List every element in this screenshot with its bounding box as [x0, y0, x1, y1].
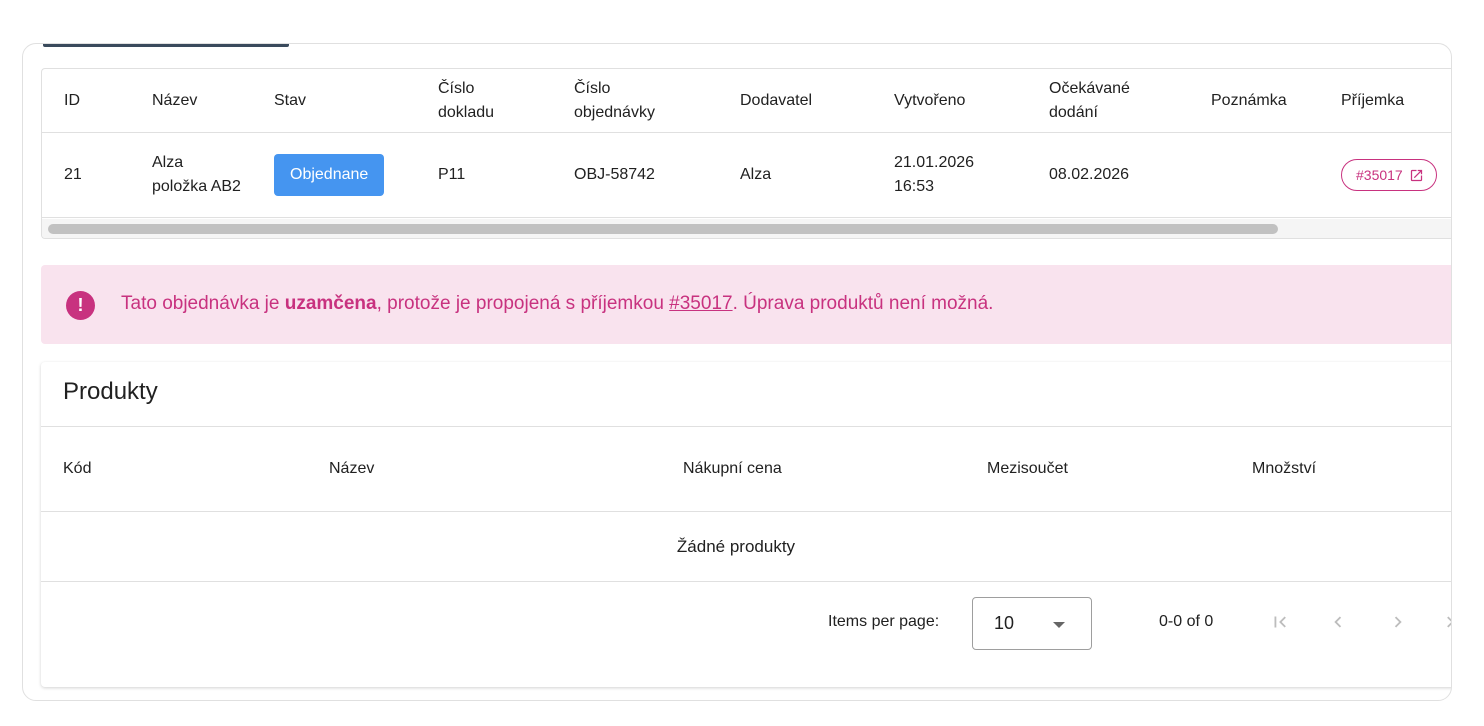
- dropdown-arrow-icon: [1053, 622, 1065, 628]
- alert-text-after: . Úprava produktů není možná.: [732, 293, 994, 314]
- order-detail-card: ID Název Stav Číslo dokladu Číslo objedn…: [22, 43, 1452, 701]
- order-table: ID Název Stav Číslo dokladu Číslo objedn…: [42, 69, 1451, 218]
- page-size-value: 10: [994, 613, 1015, 633]
- alert-text-before: Tato objednávka je: [121, 293, 285, 314]
- cell-supplier: Alza: [740, 166, 772, 183]
- header-note[interactable]: Poznámka: [1211, 69, 1321, 132]
- scrollbar-thumb[interactable]: [48, 224, 1278, 234]
- empty-products-row: Žádné produkty: [41, 512, 1451, 582]
- chevron-left-icon: [1334, 616, 1342, 628]
- cell-name: Alza položka AB2: [152, 154, 241, 195]
- open-in-new-icon: [1410, 169, 1422, 181]
- paginator: Items per page: 10 0-0 of 0: [41, 582, 1451, 667]
- cell-receipt: #35017: [1341, 133, 1451, 217]
- header-quantity[interactable]: Množství: [1252, 427, 1451, 511]
- header-doc-number[interactable]: Číslo dokladu: [438, 69, 528, 132]
- cell-status: Objednane: [274, 133, 424, 217]
- products-table-header: Kód Název Nákupní cena Mezisoučet Množst…: [41, 427, 1451, 512]
- first-page-button[interactable]: [1266, 608, 1294, 636]
- last-page-button[interactable]: [1439, 608, 1451, 636]
- header-supplier[interactable]: Dodavatel: [740, 69, 860, 132]
- cell-order-number: OBJ-58742: [574, 166, 655, 183]
- locked-order-alert: ! Tato objednávka je uzamčena, protože j…: [41, 265, 1451, 344]
- alert-receipt-link[interactable]: #35017: [669, 293, 732, 314]
- chevron-right-icon: [1394, 616, 1402, 628]
- next-page-button[interactable]: [1384, 608, 1412, 636]
- cell-created: 21.01.2026 16:53: [894, 154, 975, 195]
- status-chip: Objednane: [274, 154, 385, 196]
- alert-text-middle: , protože je propojená s příjemkou: [376, 293, 670, 314]
- header-purchase-price[interactable]: Nákupní cena: [683, 427, 883, 511]
- horizontal-scrollbar[interactable]: [42, 219, 1451, 238]
- header-status[interactable]: Stav: [274, 69, 374, 132]
- cell-note: [1211, 133, 1321, 217]
- receipt-link-chip[interactable]: #35017: [1341, 159, 1437, 191]
- last-page-icon: [1447, 616, 1451, 628]
- products-title: Produkty: [63, 378, 158, 405]
- previous-page-button[interactable]: [1324, 608, 1352, 636]
- header-created[interactable]: Vytvořeno: [894, 69, 1014, 132]
- header-order-number[interactable]: Číslo objednávky: [574, 69, 684, 132]
- header-subtotal[interactable]: Mezisoučet: [987, 427, 1187, 511]
- header-code[interactable]: Kód: [63, 427, 263, 511]
- page-size-select[interactable]: 10: [972, 597, 1092, 650]
- first-page-icon: [1274, 616, 1286, 628]
- order-table-header: ID Název Stav Číslo dokladu Číslo objedn…: [42, 69, 1451, 133]
- header-id[interactable]: ID: [64, 69, 134, 132]
- header-product-name[interactable]: Název: [329, 427, 629, 511]
- cell-expected: 08.02.2026: [1049, 166, 1130, 183]
- alert-text-bold: uzamčena: [284, 293, 377, 314]
- cell-doc-number: P11: [438, 166, 466, 183]
- header-name[interactable]: Název: [152, 69, 252, 132]
- exclamation-icon: !: [66, 291, 95, 320]
- header-expected[interactable]: Očekávané dodání: [1049, 69, 1159, 132]
- header-receipt[interactable]: Příjemka: [1341, 69, 1451, 132]
- cell-id: 21: [64, 166, 82, 183]
- products-card: Produkty Kód Název Nákupní cena Mezisouč…: [41, 362, 1451, 687]
- receipt-chip-label: #35017: [1356, 167, 1403, 183]
- table-row[interactable]: 21 Alza položka AB2 Objednane P11 OBJ-58…: [42, 133, 1451, 218]
- items-per-page-label: Items per page:: [828, 613, 940, 630]
- order-table-container: ID Název Stav Číslo dokladu Číslo objedn…: [41, 68, 1451, 239]
- alert-message: Tato objednávka je uzamčena, protože je …: [121, 293, 993, 315]
- page-range-label: 0-0 of 0: [1159, 613, 1214, 630]
- active-tab-indicator: [43, 44, 289, 47]
